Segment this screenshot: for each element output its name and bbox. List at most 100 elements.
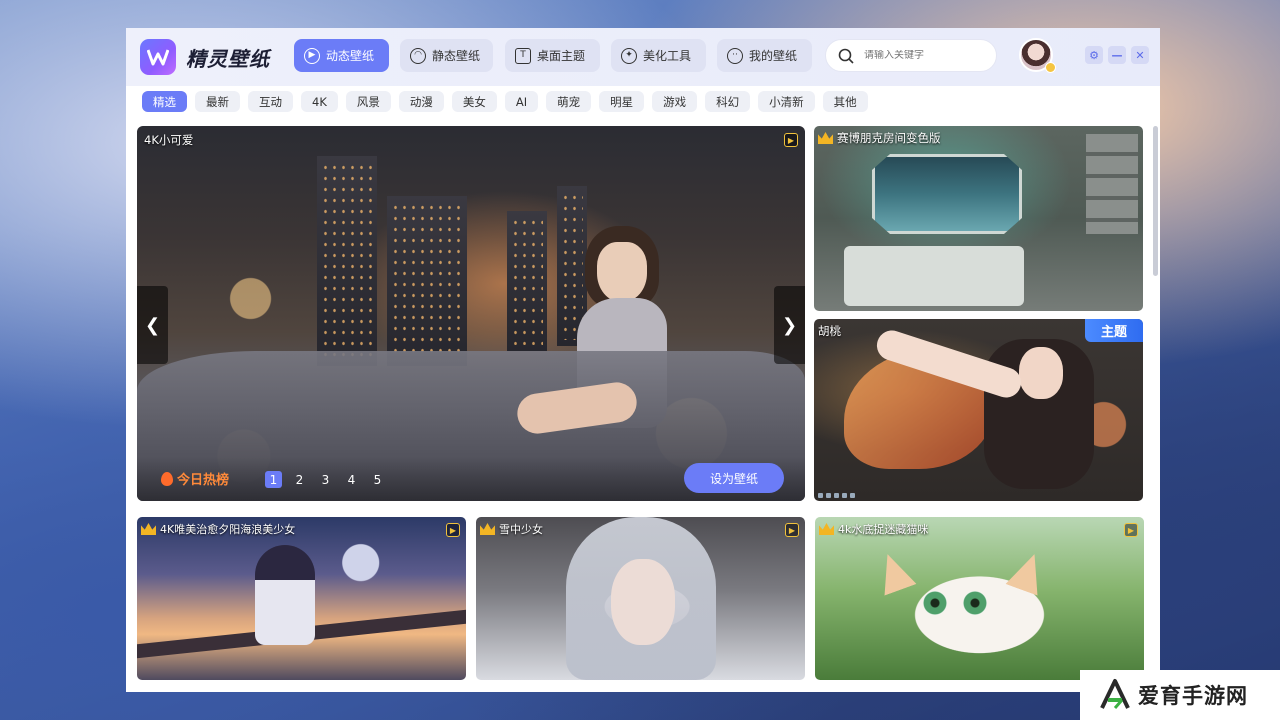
- category-chip[interactable]: 美女: [451, 91, 497, 112]
- theme-badge: 主题: [1085, 319, 1143, 342]
- scrollbar-thumb[interactable]: [1153, 126, 1158, 276]
- wallpaper-card-title: 4K唯美治愈夕阳海浪美少女: [141, 521, 295, 537]
- wallpaper-card-title: 赛博朋克房间变色版: [818, 130, 941, 146]
- tab-label: 静态壁纸: [432, 49, 481, 63]
- tshirt-icon: T: [515, 47, 531, 64]
- category-chip[interactable]: 小清新: [758, 91, 815, 112]
- wallpaper-card[interactable]: 4K唯美治愈夕阳海浪美少女 ▶: [137, 517, 466, 680]
- tab-label: 动态壁纸: [326, 49, 375, 63]
- app-title: 精灵壁纸: [186, 47, 270, 71]
- wallpaper-thumbnail: [1086, 134, 1138, 234]
- wallpaper-card[interactable]: 4k水底捉迷藏猫咪 ▶: [815, 517, 1144, 680]
- gear-icon: ⚙: [1089, 48, 1099, 62]
- category-chip[interactable]: 精选: [142, 91, 187, 112]
- close-button[interactable]: ✕: [1131, 46, 1149, 64]
- page-number[interactable]: 5: [369, 471, 386, 488]
- category-chip[interactable]: 萌宠: [546, 91, 592, 112]
- category-chip[interactable]: 游戏: [652, 91, 698, 112]
- crown-icon: [480, 523, 495, 535]
- page-number[interactable]: 2: [291, 471, 308, 488]
- search-input[interactable]: [864, 50, 974, 61]
- category-chip[interactable]: 科幻: [705, 91, 751, 112]
- wallpaper-thumbnail: [255, 545, 315, 645]
- crown-icon: [818, 132, 833, 144]
- crown-icon: [141, 523, 156, 535]
- wallpaper-thumbnail: [611, 559, 675, 645]
- wallpaper-card[interactable]: 雪中少女 ▶: [476, 517, 805, 680]
- wallpaper-card-title: 胡桃: [818, 323, 841, 339]
- category-chip[interactable]: 4K: [301, 91, 338, 112]
- wallpaper-title: 4K小可爱: [144, 133, 194, 147]
- close-icon: ✕: [1135, 48, 1145, 62]
- wallpaper-thumbnail: [1006, 548, 1051, 595]
- page-number[interactable]: 1: [265, 471, 282, 488]
- category-chip[interactable]: 其他: [822, 91, 868, 112]
- hot-list-link[interactable]: 今日热榜: [161, 469, 229, 488]
- theme-card[interactable]: 胡桃 主题: [814, 319, 1143, 501]
- dynamic-wallpaper-icon: ▶: [304, 47, 320, 64]
- tab-desktop-theme[interactable]: T 桌面主题: [505, 39, 600, 72]
- category-chip[interactable]: 动漫: [398, 91, 444, 112]
- tools-icon: ✦: [621, 47, 637, 64]
- tab-dynamic-wallpaper[interactable]: ▶ 动态壁纸: [294, 39, 389, 72]
- vip-badge-icon: [1045, 62, 1056, 73]
- minimize-button[interactable]: —: [1108, 46, 1126, 64]
- wallpaper-thumbnail: [872, 154, 1022, 234]
- dynamic-badge-icon: ▶: [446, 523, 460, 537]
- category-chip[interactable]: 互动: [248, 91, 293, 112]
- taskbar-preview: [818, 493, 855, 498]
- dynamic-badge-icon: ▶: [1124, 523, 1138, 537]
- crown-icon: [819, 523, 834, 535]
- wallpaper-card-title: 4k水底捉迷藏猫咪: [819, 521, 928, 537]
- tab-label: 我的壁纸: [749, 49, 798, 63]
- tab-my-wallpaper[interactable]: ·· 我的壁纸: [717, 39, 812, 72]
- hot-list-label: 今日热榜: [177, 473, 230, 488]
- search-box[interactable]: [825, 39, 997, 72]
- next-arrow-button[interactable]: ❯: [774, 286, 805, 364]
- hero-scene: [507, 211, 547, 351]
- hero-scene: [597, 242, 647, 302]
- page-number[interactable]: 3: [317, 471, 334, 488]
- card-label: 胡桃: [818, 324, 841, 338]
- set-wallpaper-button[interactable]: 设为壁纸: [684, 463, 784, 493]
- card-label: 赛博朋克房间变色版: [837, 131, 941, 145]
- category-chip[interactable]: 风景: [345, 91, 391, 112]
- tab-static-wallpaper[interactable]: ◠ 静态壁纸: [400, 39, 493, 72]
- watermark-logo-icon: [1098, 678, 1132, 712]
- flame-icon: [161, 471, 173, 486]
- app-window: 精灵壁纸 ▶ 动态壁纸 ◠ 静态壁纸 T 桌面主题 ✦ 美化工具 ·· 我的壁纸: [126, 28, 1160, 692]
- card-label: 4k水底捉迷藏猫咪: [838, 523, 929, 536]
- category-chip[interactable]: 明星: [599, 91, 645, 112]
- wallpaper-thumbnail: [1019, 347, 1063, 399]
- site-watermark: 爱育手游网: [1080, 670, 1280, 720]
- category-chip[interactable]: AI: [504, 91, 539, 112]
- wallpaper-thumbnail: [963, 591, 987, 615]
- hero-scene: [387, 196, 467, 366]
- title-bar: 精灵壁纸 ▶ 动态壁纸 ◠ 静态壁纸 T 桌面主题 ✦ 美化工具 ·· 我的壁纸: [126, 28, 1160, 86]
- wallpaper-thumbnail: [923, 591, 947, 615]
- prev-arrow-button[interactable]: ❮: [137, 286, 168, 364]
- category-chip[interactable]: 最新: [195, 91, 240, 112]
- category-bar: 精选 最新 互动 4K 风景 动漫 美女 AI 萌宠 明星 游戏 科幻 小清新 …: [142, 91, 868, 112]
- wallpaper-card[interactable]: 赛博朋克房间变色版: [814, 126, 1143, 311]
- static-wallpaper-icon: ◠: [410, 47, 426, 64]
- tab-beautify-tools[interactable]: ✦ 美化工具: [611, 39, 706, 72]
- minimize-icon: —: [1111, 48, 1123, 62]
- tab-label: 美化工具: [643, 49, 692, 63]
- card-label: 雪中少女: [499, 523, 543, 536]
- hero-scene: [317, 156, 377, 366]
- wallpaper-thumbnail: [872, 548, 917, 595]
- tab-label: 桌面主题: [537, 49, 586, 63]
- page-number[interactable]: 4: [343, 471, 360, 488]
- dynamic-badge-icon: ▶: [784, 133, 798, 147]
- smile-icon: ··: [727, 47, 743, 64]
- wallpaper-card-title: 雪中少女: [480, 521, 543, 537]
- dynamic-badge-icon: ▶: [785, 523, 799, 537]
- wallpaper-thumbnail: [844, 246, 1024, 306]
- hero-banner[interactable]: 4K小可爱 ▶ ❮ ❯ 今日热榜 1 2 3 4 5 设为壁纸: [137, 126, 805, 501]
- settings-button[interactable]: ⚙: [1085, 46, 1103, 64]
- card-label: 4K唯美治愈夕阳海浪美少女: [160, 523, 296, 536]
- app-logo-icon: [140, 39, 176, 75]
- carousel-pagination: 1 2 3 4 5: [265, 471, 386, 488]
- search-icon: [838, 48, 854, 64]
